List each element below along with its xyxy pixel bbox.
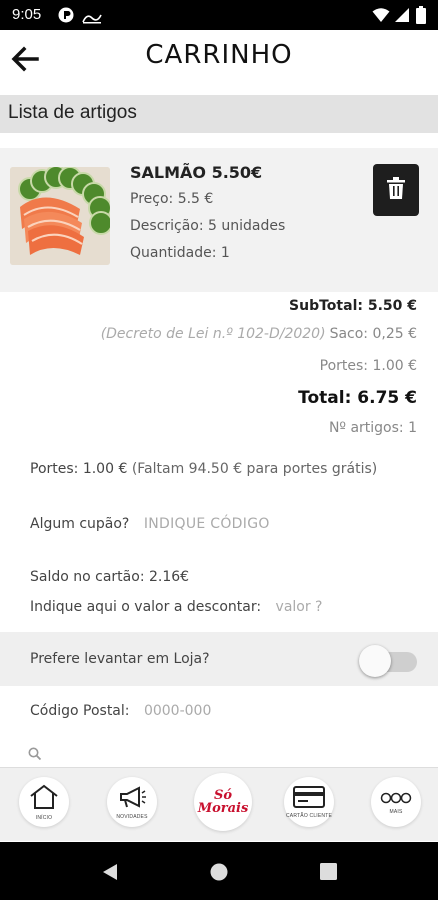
brand-logo: Só Morais — [197, 788, 249, 816]
card-balance: Saldo no cartão: 2.16€ — [30, 569, 190, 585]
delete-item-button[interactable] — [373, 164, 419, 216]
coupon-row: Algum cupão? INDIQUE CÓDIGO — [30, 516, 270, 532]
item-name: SALMÃO 5.50€ — [130, 163, 263, 182]
bottom-navigation: INÍCIO NOVIDADES Só Morais CARTÃO CLIENTE… — [0, 767, 438, 841]
subtotal: SubTotal: 5.50 € — [289, 298, 417, 314]
decree-note: (Decreto de Lei n.º 102-D/2020) — [100, 326, 326, 342]
nav-news-label: NOVIDADES — [116, 813, 148, 820]
shipping-note: Portes: 1.00 € (Faltam 94.50 € para port… — [30, 461, 377, 477]
status-bar: 9:05 — [0, 0, 438, 30]
home-icon — [29, 784, 59, 814]
home-circle-icon[interactable] — [210, 863, 228, 885]
nav-news[interactable]: NOVIDADES — [107, 777, 157, 827]
search-icon[interactable] — [28, 746, 42, 765]
product-image — [10, 167, 110, 265]
bag-fee: Saco: 0,25 € — [329, 326, 417, 342]
bag-fee-row: (Decreto de Lei n.º 102-D/2020) Saco: 0,2… — [101, 324, 417, 356]
store-pickup-label: Prefere levantar em Loja? — [30, 651, 210, 667]
item-count: Nº artigos: 1 — [328, 420, 417, 436]
app-notification-icon — [58, 7, 74, 27]
card-icon — [293, 785, 325, 812]
toggle-knob — [359, 645, 391, 677]
item-quantity: Quantidade: 1 — [130, 245, 230, 261]
recents-square-icon[interactable] — [320, 863, 337, 884]
store-pickup-toggle[interactable] — [359, 645, 419, 677]
item-description: Descrição: 5 unidades — [130, 218, 286, 234]
store-pickup-row: Prefere levantar em Loja? — [0, 632, 438, 686]
nav-home-label: INÍCIO — [35, 814, 53, 821]
coupon-label: Algum cupão? — [30, 516, 130, 532]
order-totals: SubTotal: 5.50 € (Decreto de Lei n.º 102… — [101, 296, 417, 450]
battery-icon — [416, 6, 426, 28]
shipping-label: Portes: 1.00 € — [30, 461, 128, 477]
nav-home[interactable]: INÍCIO — [19, 777, 69, 827]
nav-brand-logo[interactable]: Só Morais — [194, 773, 252, 831]
more-icon — [380, 789, 412, 808]
discount-input[interactable]: valor ? — [276, 599, 323, 615]
postal-code-input[interactable]: 0000-000 — [144, 703, 211, 719]
nav-more-label: MAIS — [389, 809, 403, 815]
back-triangle-icon[interactable] — [101, 863, 119, 885]
cart-item: SALMÃO 5.50€ Preço: 5.5 € Descrição: 5 u… — [0, 148, 438, 292]
app-notification-icon-2 — [82, 9, 102, 28]
nav-customer-card-label: CARTÃO CLIENTE — [285, 812, 333, 819]
trash-icon — [387, 177, 405, 203]
shipping-fee: Portes: 1.00 € — [319, 358, 417, 374]
discount-label: Indique aqui o valor a descontar: — [30, 599, 262, 615]
megaphone-icon — [117, 785, 147, 813]
coupon-input[interactable]: INDIQUE CÓDIGO — [144, 516, 270, 532]
system-navigation-bar — [0, 842, 438, 900]
app-bar: CARRINHO — [0, 30, 438, 90]
cart-item-details: SALMÃO 5.50€ Preço: 5.5 € Descrição: 5 u… — [130, 163, 285, 272]
wifi-icon — [372, 7, 390, 27]
signal-icon — [394, 7, 410, 27]
nav-more[interactable]: MAIS — [371, 777, 421, 827]
status-time: 9:05 — [12, 6, 42, 23]
total: Total: 6.75 € — [298, 388, 417, 408]
postal-code-label: Código Postal: — [30, 703, 130, 719]
discount-row: Indique aqui o valor a descontar: valor … — [30, 599, 323, 615]
page-title: CARRINHO — [145, 40, 293, 70]
free-shipping-remaining: (Faltam 94.50 € para portes grátis) — [131, 461, 378, 477]
items-section-title: Lista de artigos — [0, 95, 438, 133]
nav-customer-card[interactable]: CARTÃO CLIENTE — [284, 777, 334, 827]
postal-code-row: Código Postal: 0000-000 — [30, 703, 211, 719]
item-price: Preço: 5.5 € — [130, 191, 214, 207]
